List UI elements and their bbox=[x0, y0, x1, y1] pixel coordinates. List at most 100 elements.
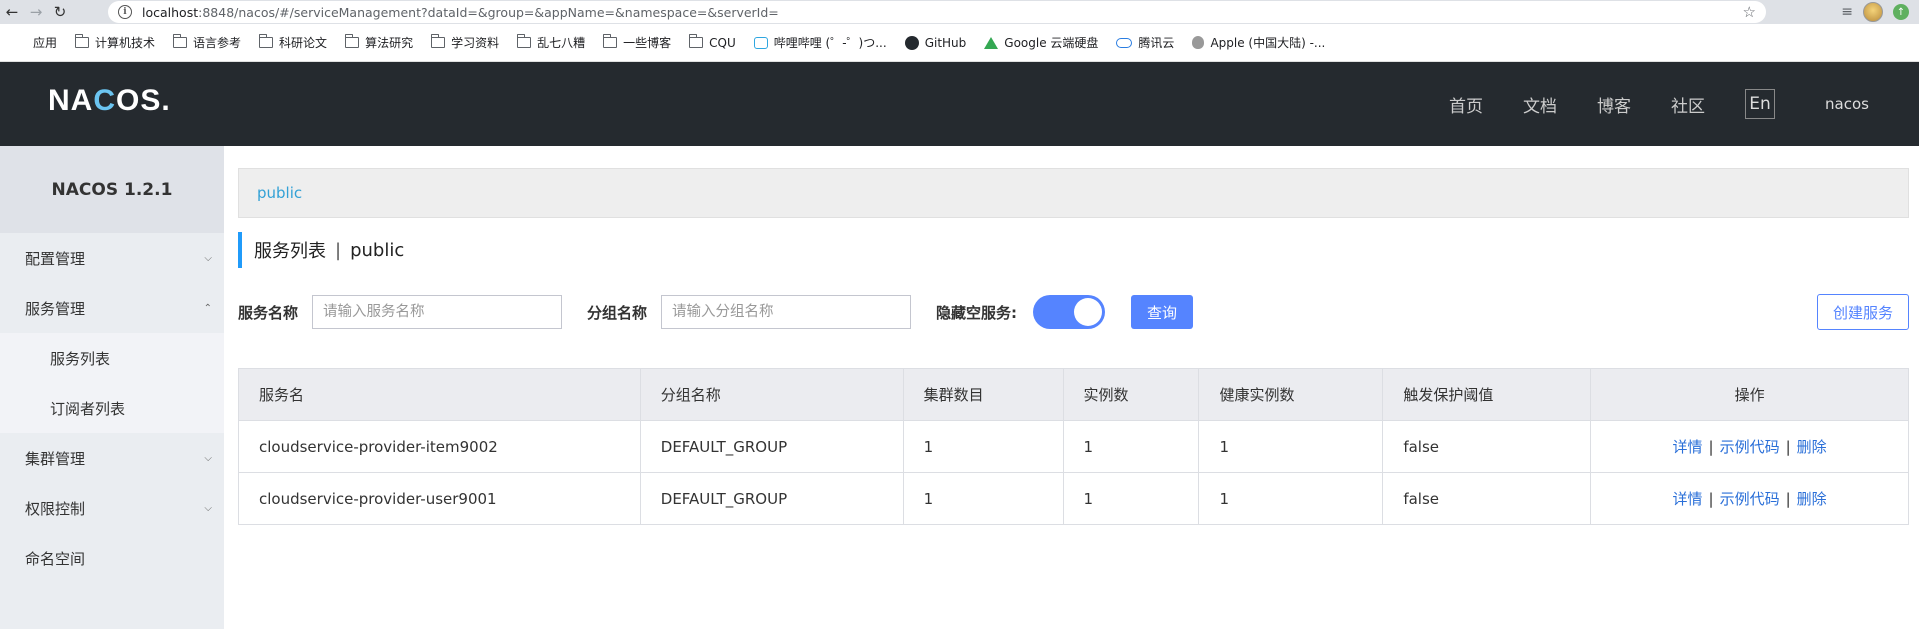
query-button[interactable]: 查询 bbox=[1131, 295, 1194, 329]
group-name-input[interactable] bbox=[661, 295, 912, 329]
bilibili-icon bbox=[753, 36, 768, 49]
bookmark-folder[interactable]: 乱七八糟 bbox=[516, 34, 585, 51]
sidebar-item-label: 配置管理 bbox=[25, 249, 86, 268]
cell-service-name: cloudservice-provider-item9002 bbox=[238, 420, 641, 473]
bookmark-apple[interactable]: Apple (中国大陆) -... bbox=[1192, 34, 1325, 51]
detail-link[interactable]: 详情 bbox=[1673, 490, 1703, 508]
folder-icon bbox=[258, 34, 274, 48]
bookmark-google-drive[interactable]: Google 云端硬盘 bbox=[984, 34, 1098, 51]
detail-link[interactable]: 详情 bbox=[1673, 438, 1703, 456]
extensions-area: ≡ ↑ bbox=[1815, 0, 1919, 24]
bookmark-tencent-cloud[interactable]: 腾讯云 bbox=[1116, 34, 1174, 51]
cell-operations: 详情 | 示例代码 | 删除 bbox=[1590, 420, 1909, 473]
delete-link[interactable]: 删除 bbox=[1797, 438, 1827, 456]
update-icon[interactable]: ↑ bbox=[1893, 4, 1909, 20]
tencent-cloud-icon bbox=[1116, 37, 1133, 48]
folder-icon bbox=[602, 34, 618, 48]
browser-toolbar: ← → ↻ i localhost:8848/nacos/#/serviceMa… bbox=[0, 0, 1919, 24]
column-header: 集群数目 bbox=[902, 368, 1064, 421]
bookmark-star-icon[interactable]: ☆ bbox=[1743, 3, 1756, 21]
bookmark-folder[interactable]: 科研论文 bbox=[258, 34, 327, 51]
bookmark-label: 算法研究 bbox=[365, 36, 414, 50]
nacos-logo[interactable]: NACOS. bbox=[48, 84, 171, 118]
sidebar-item-service-management[interactable]: 服务管理 ⌃ bbox=[0, 283, 224, 333]
logo-text: OS. bbox=[116, 84, 171, 117]
sidebar-item-label: 订阅者列表 bbox=[50, 399, 126, 418]
sidebar-item-namespace[interactable]: 命名空间 bbox=[0, 533, 224, 583]
sidebar-item-service-list[interactable]: 服务列表 bbox=[0, 333, 224, 383]
bookmark-label: 腾讯云 bbox=[1138, 36, 1175, 50]
top-nav: 首页 文档 博客 社区 En nacos bbox=[1449, 62, 1919, 146]
namespace-link-public[interactable]: public bbox=[257, 184, 302, 202]
table-header-row: 服务名 分组名称 集群数目 实例数 健康实例数 触发保护阈值 操作 bbox=[238, 368, 1909, 421]
folder-icon bbox=[430, 34, 446, 48]
logo-text: NA bbox=[48, 84, 94, 117]
bookmark-folder[interactable]: 计算机技术 bbox=[74, 34, 156, 51]
sidebar-item-access-control[interactable]: 权限控制 ⌵ bbox=[0, 483, 224, 533]
cell-healthy-count: 1 bbox=[1198, 472, 1384, 525]
cell-protect-threshold: false bbox=[1382, 472, 1592, 525]
reading-list-icon[interactable]: ≡ bbox=[1841, 4, 1853, 20]
bookmark-folder[interactable]: 一些博客 bbox=[602, 34, 671, 51]
bookmark-folder[interactable]: 算法研究 bbox=[344, 34, 414, 51]
create-service-button[interactable]: 创建服务 bbox=[1816, 294, 1909, 330]
app-header: NACOS. 首页 文档 博客 社区 En nacos bbox=[0, 62, 1919, 146]
bookmark-apps[interactable]: 应用 bbox=[14, 34, 57, 51]
sidebar-item-config-management[interactable]: 配置管理 ⌵ bbox=[0, 233, 224, 283]
bookmark-label: 计算机技术 bbox=[95, 36, 156, 50]
address-bar[interactable]: i localhost:8848/nacos/#/serviceManageme… bbox=[108, 1, 1766, 23]
bookmark-folder[interactable]: 学习资料 bbox=[430, 34, 500, 51]
nav-home[interactable]: 首页 bbox=[1449, 92, 1483, 117]
hide-empty-toggle[interactable] bbox=[1033, 295, 1106, 329]
table-row: cloudservice-provider-item9002 DEFAULT_G… bbox=[238, 420, 1909, 473]
google-drive-icon bbox=[984, 36, 999, 49]
column-header: 操作 bbox=[1590, 368, 1909, 421]
column-header: 服务名 bbox=[238, 368, 641, 421]
table-row: cloudservice-provider-user9001 DEFAULT_G… bbox=[238, 472, 1909, 525]
folder-icon bbox=[344, 34, 360, 48]
sidebar-item-subscriber-list[interactable]: 订阅者列表 bbox=[0, 383, 224, 433]
site-info-icon[interactable]: i bbox=[118, 5, 132, 19]
cell-group-name: DEFAULT_GROUP bbox=[639, 420, 904, 473]
forward-arrow-icon[interactable]: → bbox=[24, 0, 48, 24]
user-menu[interactable]: nacos bbox=[1825, 95, 1869, 113]
chevron-up-icon: ⌃ bbox=[203, 302, 212, 314]
delete-link[interactable]: 删除 bbox=[1797, 490, 1827, 508]
apps-icon bbox=[14, 36, 27, 49]
cell-service-name: cloudservice-provider-user9001 bbox=[238, 472, 641, 525]
reload-icon[interactable]: ↻ bbox=[48, 0, 72, 24]
language-switch-button[interactable]: En bbox=[1745, 89, 1776, 119]
service-name-label: 服务名称 bbox=[238, 303, 299, 322]
bookmark-folder[interactable]: CQU bbox=[688, 34, 736, 50]
cell-group-name: DEFAULT_GROUP bbox=[639, 472, 904, 525]
bookmark-label: 语言参考 bbox=[193, 36, 242, 50]
title-separator: | bbox=[335, 239, 342, 261]
version-label: NACOS 1.2.1 bbox=[0, 146, 224, 233]
profile-avatar[interactable] bbox=[1863, 2, 1883, 22]
sidebar-item-cluster-management[interactable]: 集群管理 ⌵ bbox=[0, 433, 224, 483]
sample-code-link[interactable]: 示例代码 bbox=[1720, 438, 1780, 456]
bookmarks-bar: 应用 计算机技术 语言参考 科研论文 算法研究 学习资料 乱七八糟 一些博客 C… bbox=[0, 24, 1919, 62]
sidebar-item-label: 集群管理 bbox=[25, 449, 86, 468]
back-arrow-icon[interactable]: ← bbox=[0, 0, 24, 24]
extension-icon[interactable] bbox=[1815, 4, 1831, 20]
bookmark-bilibili[interactable]: 哔哩哔哩 (゜-゜)つ... bbox=[753, 34, 887, 51]
sidebar-item-label: 服务列表 bbox=[50, 349, 111, 368]
chevron-down-icon: ⌵ bbox=[204, 502, 212, 514]
service-name-input[interactable] bbox=[312, 295, 563, 329]
sample-code-link[interactable]: 示例代码 bbox=[1720, 490, 1780, 508]
op-separator: | bbox=[1708, 438, 1714, 456]
hide-empty-label: 隐藏空服务: bbox=[936, 303, 1018, 322]
nav-docs[interactable]: 文档 bbox=[1523, 92, 1557, 117]
cell-operations: 详情 | 示例代码 | 删除 bbox=[1590, 472, 1909, 525]
cell-cluster-count: 1 bbox=[902, 420, 1064, 473]
nav-blog[interactable]: 博客 bbox=[1597, 92, 1631, 117]
bookmark-label: 学习资料 bbox=[451, 36, 500, 50]
nav-community[interactable]: 社区 bbox=[1671, 92, 1705, 117]
column-header: 实例数 bbox=[1062, 368, 1200, 421]
bookmark-folder[interactable]: 语言参考 bbox=[172, 34, 242, 51]
github-icon bbox=[904, 35, 919, 50]
bookmark-github[interactable]: GitHub bbox=[904, 35, 966, 50]
cell-protect-threshold: false bbox=[1382, 420, 1592, 473]
bookmark-label: Apple (中国大陆) -... bbox=[1210, 36, 1326, 50]
